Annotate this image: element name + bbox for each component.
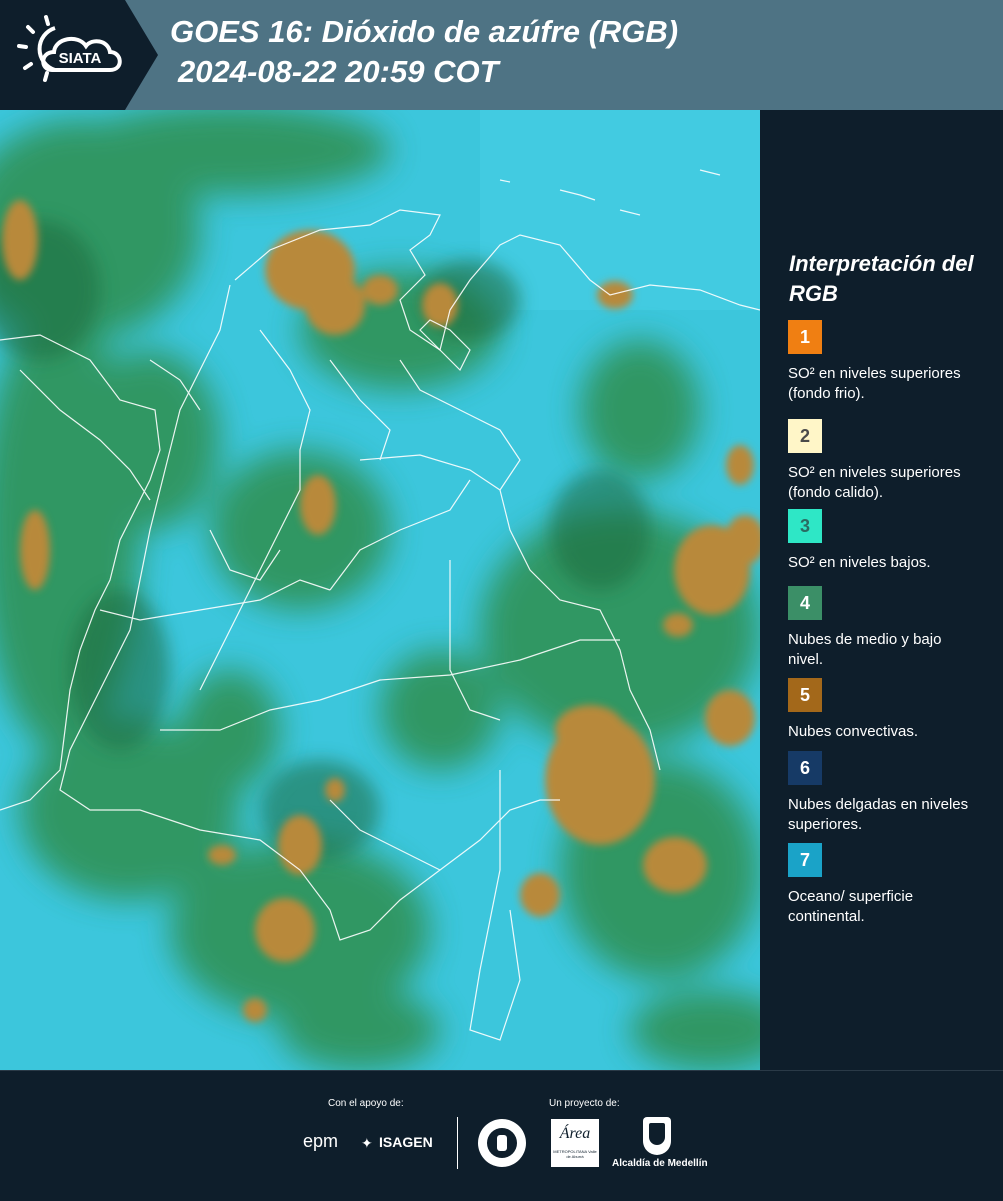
logo-text: SIATA <box>59 50 102 67</box>
legend-item-6: 6 Nubes delgadas en niveles superiores. <box>788 751 988 835</box>
epm-logo: epm <box>303 1131 339 1151</box>
legend-item-3: 3 SO² en niveles bajos. <box>788 509 988 573</box>
legend-swatch-5: 5 <box>788 678 822 712</box>
legend-label-6: Nubes delgadas en niveles superiores. <box>788 796 969 833</box>
legend-label-1: SO² en niveles superiores (fondo frio). <box>788 365 961 402</box>
legend-label-7: Oceano/ superficie continental. <box>788 888 914 925</box>
legend-item-2: 2 SO² en niveles superiores (fondo calid… <box>788 419 988 503</box>
legend-title: Interpretación del RGB <box>789 251 974 306</box>
legend-label-5: Nubes convectivas. <box>788 723 919 740</box>
header-bar: SIATA GOES 16: Dióxido de azúfre (RGB) 2… <box>0 0 1003 110</box>
legend-label-4: Nubes de medio y bajo nivel. <box>788 631 942 668</box>
legend-item-4: 4 Nubes de medio y bajo nivel. <box>788 586 988 670</box>
divider <box>457 1117 458 1169</box>
isagen-icon: ✦ <box>361 1135 373 1151</box>
siata-logo: SIATA <box>0 0 160 110</box>
satellite-map <box>0 110 760 1070</box>
isagen-logo: ISAGEN <box>379 1134 433 1150</box>
area-logo-subtext: METROPOLITANA Valle de Aburrá <box>553 1149 597 1159</box>
legend-item-5: 5 Nubes convectivas. <box>788 678 988 742</box>
legend-item-1: 1 SO² en niveles superiores (fondo frio)… <box>788 320 988 404</box>
footer-bar: Con el apoyo de: Un proyecto de: epm ✦ I… <box>0 1070 1003 1201</box>
legend-panel: Interpretación del RGB 1 SO² en niveles … <box>760 110 1003 1070</box>
alcaldia-label: Alcaldía de Medellín <box>612 1158 708 1169</box>
legend-swatch-7: 7 <box>788 843 822 877</box>
area-logo-text: Área <box>559 1125 591 1142</box>
legend-swatch-6: 6 <box>788 751 822 785</box>
area-metropolitana-logo: Área METROPOLITANA Valle de Aburrá <box>551 1119 599 1167</box>
legend-swatch-4: 4 <box>788 586 822 620</box>
legend-item-7: 7 Oceano/ superficie continental. <box>788 843 988 927</box>
legend-swatch-1: 1 <box>788 320 822 354</box>
legend-label-2: SO² en niveles superiores (fondo calido)… <box>788 464 961 501</box>
legend-swatch-3: 3 <box>788 509 822 543</box>
legend-label-3: SO² en niveles bajos. <box>788 554 931 571</box>
medellin-seal-icon <box>478 1119 526 1167</box>
alcaldia-crest-icon <box>643 1117 671 1155</box>
page-title: GOES 16: Dióxido de azúfre (RGB) <box>170 14 679 49</box>
project-label: Un proyecto de: <box>549 1098 620 1109</box>
timestamp: 2024-08-22 20:59 COT <box>178 54 499 89</box>
legend-swatch-2: 2 <box>788 419 822 453</box>
support-label: Con el apoyo de: <box>328 1098 404 1109</box>
